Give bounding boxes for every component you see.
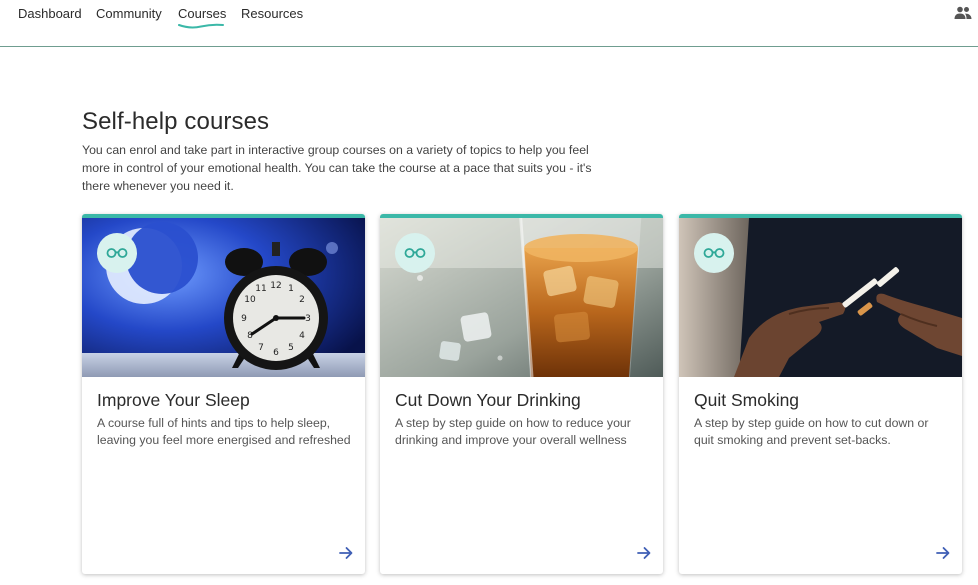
- arrow-right-icon[interactable]: [338, 545, 354, 561]
- nav-community[interactable]: Community: [96, 6, 162, 22]
- course-badge: [97, 233, 137, 273]
- course-description: A course full of hints and tips to help …: [97, 416, 351, 447]
- arrow-right-icon[interactable]: [935, 545, 951, 561]
- course-title: Cut Down Your Drinking: [395, 390, 581, 410]
- glasses-icon: [106, 248, 128, 258]
- course-description: A step by step guide on how to cut down …: [694, 416, 929, 447]
- svg-text:5: 5: [288, 343, 294, 353]
- svg-text:2: 2: [299, 295, 305, 305]
- course-badge: [395, 233, 435, 273]
- glasses-icon: [703, 248, 725, 258]
- svg-text:3: 3: [305, 314, 311, 324]
- course-card-quit-smoking[interactable]: Quit Smoking A step by step guide on how…: [679, 214, 962, 574]
- svg-text:1: 1: [288, 284, 294, 294]
- page-title: Self-help courses: [82, 108, 270, 135]
- svg-text:10: 10: [244, 295, 256, 305]
- course-title: Improve Your Sleep: [97, 390, 250, 410]
- svg-text:7: 7: [258, 343, 264, 353]
- course-title: Quit Smoking: [694, 390, 800, 410]
- course-badge: [694, 233, 734, 273]
- nav-resources[interactable]: Resources: [241, 6, 303, 22]
- active-underline: [178, 23, 224, 29]
- people-icon[interactable]: [954, 6, 972, 20]
- course-description: A step by step guide on how to reduce yo…: [395, 416, 631, 447]
- course-card-cut-down-drinking[interactable]: Cut Down Your Drinking A step by step gu…: [380, 214, 663, 574]
- arrow-right-icon[interactable]: [636, 545, 652, 561]
- course-card-improve-sleep[interactable]: 12 1 2 3 4 5 6 7 8 9 10 11 Improve Your …: [82, 214, 365, 574]
- nav-courses-label: Courses: [178, 6, 227, 21]
- svg-text:6: 6: [273, 348, 279, 358]
- svg-text:12: 12: [270, 281, 281, 291]
- glasses-icon: [404, 248, 426, 258]
- svg-text:4: 4: [299, 331, 305, 341]
- nav-dashboard[interactable]: Dashboard: [18, 6, 82, 22]
- svg-text:11: 11: [255, 284, 266, 294]
- nav-courses[interactable]: Courses: [178, 6, 227, 29]
- page-intro: You can enrol and take part in interacti…: [82, 143, 592, 193]
- top-navigation: Dashboard Community Courses Resources: [0, 0, 978, 47]
- svg-text:9: 9: [241, 314, 247, 324]
